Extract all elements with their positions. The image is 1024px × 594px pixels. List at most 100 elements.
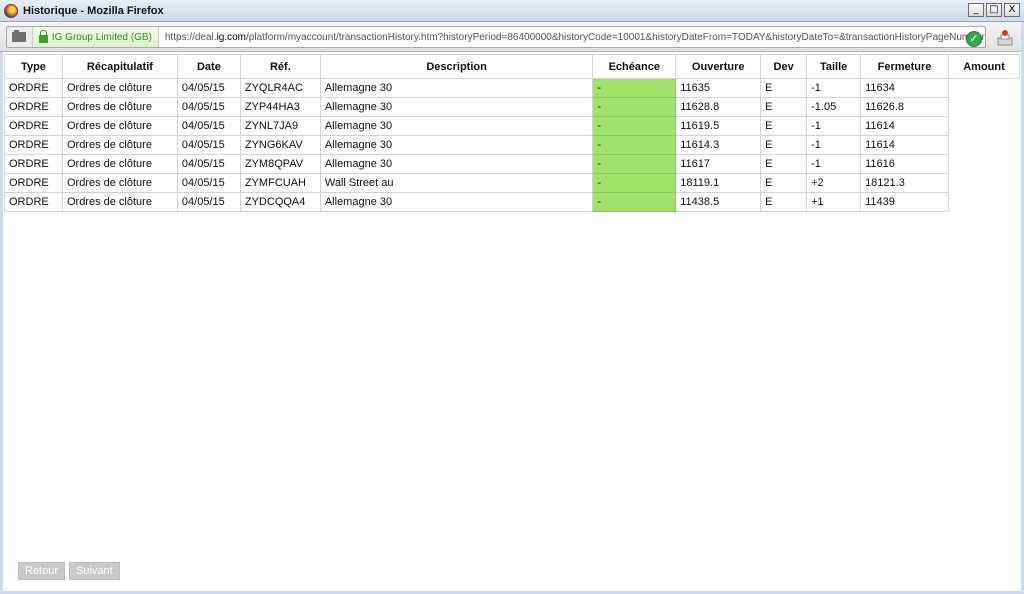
cell-summary: Ordres de clôture	[61, 97, 178, 117]
cell-currency: E	[760, 154, 808, 174]
cell-ref: ZYDCQQA4	[239, 192, 321, 212]
cell-type: ORDRE	[4, 154, 63, 174]
site-identity-label: IG Group Limited (GB)	[51, 31, 152, 43]
column-header-date[interactable]: Date	[176, 54, 241, 79]
cell-date: 04/05/15	[176, 192, 241, 212]
cell-description: Allemagne 30	[319, 154, 594, 174]
column-header-currency[interactable]: Dev	[760, 54, 808, 79]
cell-expiry: -	[592, 154, 677, 174]
window-frame-left	[0, 52, 3, 594]
cell-type: ORDRE	[4, 78, 63, 98]
transaction-history-table: Type Récapitulatif Date Réf. Description…	[4, 54, 1021, 212]
cell-size: -1	[806, 116, 862, 136]
column-header-description[interactable]: Description	[319, 54, 594, 79]
cell-close: 11439	[860, 192, 949, 212]
cell-description: Allemagne 30	[319, 192, 594, 212]
column-header-size[interactable]: Taille	[806, 54, 862, 79]
cell-open: 11635	[675, 78, 762, 98]
url-text[interactable]: https://deal.ig.com/platform/myaccount/t…	[159, 32, 985, 43]
cell-ref: ZYP44HA3	[239, 97, 321, 117]
cell-expiry: -	[592, 135, 677, 155]
cell-amount	[948, 79, 1019, 98]
maximize-button[interactable]: □	[986, 3, 1002, 17]
cell-close: 11634	[860, 78, 949, 98]
cell-open: 18119.1	[675, 173, 762, 193]
cell-currency: E	[760, 116, 808, 136]
lock-icon	[38, 29, 48, 43]
site-identity-block[interactable]: IG Group Limited (GB)	[32, 27, 159, 47]
cell-date: 04/05/15	[176, 78, 241, 98]
cell-amount	[948, 155, 1019, 174]
column-header-type[interactable]: Type	[4, 54, 63, 79]
previous-page-button[interactable]: Retour	[18, 562, 66, 580]
table-row[interactable]: ORDRE Ordres de clôture 04/05/15 ZYNL7JA9 Al…	[4, 116, 1020, 136]
navigation-bar: IG Group Limited (GB) https://deal.ig.co…	[0, 22, 1024, 52]
close-button[interactable]: X	[1004, 3, 1020, 17]
cell-summary: Ordres de clôture	[61, 78, 178, 98]
table-row[interactable]: ORDRE Ordres de clôture 04/05/15 ZYMFCUAH Wa…	[4, 173, 1020, 193]
column-header-ref[interactable]: Réf.	[239, 54, 321, 79]
cell-ref: ZYM8QPAV	[239, 154, 321, 174]
page-content: Type Récapitulatif Date Réf. Description…	[4, 54, 1021, 590]
cell-size: -1	[806, 154, 862, 174]
cell-close: 11616	[860, 154, 949, 174]
cell-summary: Ordres de clôture	[61, 135, 178, 155]
cell-description: Allemagne 30	[319, 78, 594, 98]
cell-ref: ZYQLR4AC	[239, 78, 321, 98]
cell-type: ORDRE	[4, 173, 63, 193]
cell-description: Allemagne 30	[319, 116, 594, 136]
cell-summary: Ordres de clôture	[61, 154, 178, 174]
page-info-button[interactable]	[7, 27, 33, 47]
cell-close: 11614	[860, 135, 949, 155]
cell-open: 11619.5	[675, 116, 762, 136]
cell-date: 04/05/15	[176, 135, 241, 155]
column-header-summary[interactable]: Récapitulatif	[61, 54, 178, 79]
column-header-close[interactable]: Fermeture	[860, 54, 949, 79]
cell-date: 04/05/15	[176, 154, 241, 174]
table-header-row: Type Récapitulatif Date Réf. Description…	[4, 54, 1021, 79]
addon-icon[interactable]	[996, 29, 1014, 47]
cell-type: ORDRE	[4, 192, 63, 212]
cell-currency: E	[760, 97, 808, 117]
firefox-logo-icon	[4, 3, 18, 18]
cell-type: ORDRE	[4, 116, 63, 136]
next-page-button[interactable]: Suivant	[69, 562, 120, 580]
table-row[interactable]: ORDRE Ordres de clôture 04/05/15 ZYNG6KAV Al…	[4, 135, 1020, 155]
cell-amount	[948, 193, 1019, 212]
window-title: Historique - Mozilla Firefox	[23, 4, 164, 17]
table-row[interactable]: ORDRE Ordres de clôture 04/05/15 ZYQLR4AC Al…	[4, 78, 1020, 98]
column-header-amount[interactable]: Amount	[947, 54, 1021, 79]
cell-open: 11617	[675, 154, 762, 174]
table-row[interactable]: ORDRE Ordres de clôture 04/05/15 ZYDCQQA4 Al…	[4, 192, 1020, 212]
cell-close: 18121.3	[860, 173, 949, 193]
cell-description: Allemagne 30	[319, 97, 594, 117]
cell-summary: Ordres de clôture	[61, 116, 178, 136]
cell-currency: E	[760, 135, 808, 155]
column-header-expiry[interactable]: Echéance	[592, 54, 677, 79]
cell-size: +2	[806, 173, 862, 193]
cell-date: 04/05/15	[176, 116, 241, 136]
cell-amount	[948, 117, 1019, 136]
cell-currency: E	[760, 78, 808, 98]
cell-expiry: -	[592, 78, 677, 98]
cell-type: ORDRE	[4, 97, 63, 117]
cell-currency: E	[760, 192, 808, 212]
verified-check-icon[interactable]: ✓	[966, 31, 982, 47]
cell-amount	[948, 174, 1019, 193]
cell-expiry: -	[592, 116, 677, 136]
cell-date: 04/05/15	[176, 97, 241, 117]
cell-type: ORDRE	[4, 135, 63, 155]
cell-amount	[948, 98, 1019, 117]
cell-amount	[948, 136, 1019, 155]
minimize-button[interactable]: _	[968, 3, 984, 17]
cell-ref: ZYMFCUAH	[239, 173, 321, 193]
column-header-open[interactable]: Ouverture	[675, 54, 762, 79]
cell-size: -1	[806, 135, 862, 155]
cell-expiry: -	[592, 97, 677, 117]
cell-ref: ZYNG6KAV	[239, 135, 321, 155]
table-row[interactable]: ORDRE Ordres de clôture 04/05/15 ZYP44HA3 Al…	[4, 97, 1020, 117]
cell-date: 04/05/15	[176, 173, 241, 193]
table-row[interactable]: ORDRE Ordres de clôture 04/05/15 ZYM8QPAV Al…	[4, 154, 1020, 174]
cell-currency: E	[760, 173, 808, 193]
url-bar[interactable]: IG Group Limited (GB) https://deal.ig.co…	[6, 26, 986, 48]
